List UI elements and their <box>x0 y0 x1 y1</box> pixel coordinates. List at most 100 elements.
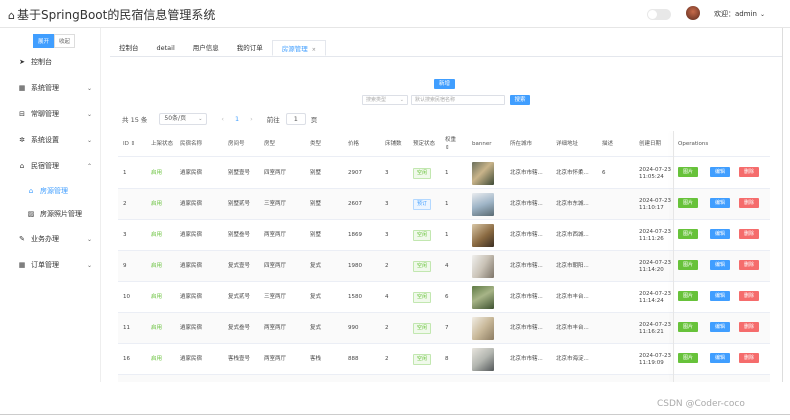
banner-image[interactable] <box>472 286 494 309</box>
sidebar-item-homestay[interactable]: ⌂ 民宿管理 ⌃ <box>0 158 101 174</box>
photo-button[interactable]: 图片 <box>678 198 698 208</box>
send-icon: ➤ <box>19 58 25 66</box>
cell-id: 16 <box>123 356 130 362</box>
next-page-button[interactable]: › <box>250 115 253 123</box>
delete-button[interactable]: 删除 <box>739 322 759 332</box>
delete-button[interactable]: 删除 <box>739 167 759 177</box>
banner-image[interactable] <box>472 255 494 278</box>
sidebar-item-settings[interactable]: ✲ 系统设置 ⌄ <box>0 132 101 148</box>
banner-image[interactable] <box>472 348 494 371</box>
cell-type: 别墅 <box>310 232 322 238</box>
edit-button[interactable]: 编辑 <box>710 291 730 301</box>
cell-addr: 北京市西城... <box>556 232 589 238</box>
status-tag: 启用 <box>151 263 163 269</box>
collapse-button[interactable]: 收起 <box>54 34 76 48</box>
tab-my-orders[interactable]: 我的订单 <box>228 40 272 56</box>
edit-button[interactable]: 编辑 <box>710 167 730 177</box>
calendar-icon: ▦ <box>18 261 26 269</box>
delete-button[interactable]: 删除 <box>739 353 759 363</box>
cell-banner <box>472 158 494 189</box>
cell-created: 2024-07-23 11:16:21 <box>639 321 671 335</box>
search-type-select[interactable]: 搜索类型 ⌄ <box>362 95 408 105</box>
user-menu[interactable]: 欢迎：admin ⌄ <box>714 9 765 19</box>
cell-price: 2607 <box>348 201 362 207</box>
edit-button[interactable]: 编辑 <box>710 229 730 239</box>
sidebar-item-business[interactable]: ✎ 业务办理 ⌄ <box>0 231 101 247</box>
bottom-border <box>0 414 790 415</box>
col-price: 价格 <box>348 141 360 147</box>
home-icon: ⌂ <box>19 162 25 170</box>
banner-image[interactable] <box>472 193 494 216</box>
edit-button[interactable]: 编辑 <box>710 260 730 270</box>
edit-button[interactable]: 编辑 <box>710 322 730 332</box>
cell-type: 客栈 <box>310 356 322 362</box>
pagination: 共 15 条 50条/页 ⌄ ‹ 1 › 前往 1 页 <box>122 113 317 125</box>
prev-page-button[interactable]: ‹ <box>221 115 224 123</box>
cell-id: 3 <box>123 232 127 238</box>
sidebar-item-common[interactable]: ⊟ 常聊管理 ⌄ <box>0 106 101 122</box>
sidebar-item-system-admin[interactable]: ▦ 系统管理 ⌄ <box>0 80 101 96</box>
cell-book: 空闲 <box>413 313 432 344</box>
tab-detail[interactable]: detail <box>148 40 184 56</box>
cell-weight: 1 <box>445 232 449 238</box>
photo-button[interactable]: 图片 <box>678 229 698 239</box>
theme-toggle[interactable] <box>647 9 671 20</box>
cell-name: 逍家民宿 <box>180 201 203 207</box>
delete-button[interactable]: 删除 <box>739 229 759 239</box>
page-input[interactable]: 1 <box>285 113 306 125</box>
cell-desc: 6 <box>602 170 606 176</box>
search-button[interactable]: 搜索 <box>510 95 530 105</box>
sidebar-item-orders[interactable]: ▦ 订单管理 ⌄ <box>0 257 101 273</box>
cell-status: 启用 <box>151 282 162 313</box>
chevron-down-icon: ⌄ <box>86 261 92 269</box>
cell-status: 启用 <box>151 251 162 282</box>
gear-icon: ✲ <box>19 136 25 144</box>
col-id[interactable]: ID ⇕ <box>123 131 135 157</box>
cell-price: 1980 <box>348 263 362 269</box>
search-input[interactable]: 默认搜索民宿名称 <box>411 95 505 105</box>
tab-rooms[interactable]: 房源管理 × <box>271 40 326 56</box>
close-icon[interactable]: × <box>312 47 316 53</box>
rooms-table: ID ⇕ 上架状态 民宿名称 房间号 房型 类型 价格 床铺数 预定状态 权重 ⇕… <box>118 131 770 383</box>
cell-room: 复式贰号 <box>228 294 251 300</box>
tab-dashboard[interactable]: 控制台 <box>110 40 148 56</box>
col-weight[interactable]: 权重 ⇕ <box>445 131 456 157</box>
cell-name: 逍家民宿 <box>180 232 203 238</box>
edit-button[interactable]: 编辑 <box>710 353 730 363</box>
delete-button[interactable]: 删除 <box>739 291 759 301</box>
add-button[interactable]: 新增 <box>434 79 455 89</box>
home-icon: ⌂ <box>8 9 15 22</box>
delete-button[interactable]: 删除 <box>739 260 759 270</box>
banner-image[interactable] <box>472 162 494 185</box>
photo-button[interactable]: 图片 <box>678 260 698 270</box>
banner-image[interactable] <box>472 317 494 340</box>
sidebar-item-dashboard[interactable]: ➤ 控制台 <box>0 54 101 70</box>
booking-tag: 空闲 <box>413 323 432 334</box>
cell-id: 2 <box>123 201 127 207</box>
page-unit-label: 页 <box>310 116 318 124</box>
page-scrollbar[interactable] <box>782 28 783 414</box>
page-number[interactable]: 1 <box>235 115 239 123</box>
banner-image[interactable] <box>472 224 494 247</box>
page-size-select[interactable]: 50条/页 ⌄ <box>159 113 208 125</box>
photo-button[interactable]: 图片 <box>678 353 698 363</box>
expand-button[interactable]: 展开 <box>33 34 55 48</box>
edit-button[interactable]: 编辑 <box>710 198 730 208</box>
cell-type: 别墅 <box>310 170 322 176</box>
cell-addr: 北京市怀柔... <box>556 170 589 176</box>
sidebar-item-room-photos[interactable]: ▨ 房源照片管理 <box>0 206 101 222</box>
sidebar-item-rooms[interactable]: ⌂ 房源管理 <box>0 183 101 199</box>
col-beds: 床铺数 <box>385 141 402 147</box>
photo-button[interactable]: 图片 <box>678 291 698 301</box>
avatar[interactable] <box>686 6 700 20</box>
chevron-down-icon: ⌄ <box>399 97 404 103</box>
photo-button[interactable]: 图片 <box>678 167 698 177</box>
cell-weight: 7 <box>445 325 449 331</box>
photo-button[interactable]: 图片 <box>678 322 698 332</box>
tab-user-info[interactable]: 用户信息 <box>184 40 228 56</box>
delete-button[interactable]: 删除 <box>739 198 759 208</box>
status-tag: 启用 <box>151 356 163 362</box>
app-title: ⌂ 基于SpringBoot的民宿信息管理系统 <box>8 8 216 22</box>
cell-status: 启用 <box>151 220 162 251</box>
tab-bar: 控制台 detail 用户信息 我的订单 房源管理 × <box>110 40 326 56</box>
